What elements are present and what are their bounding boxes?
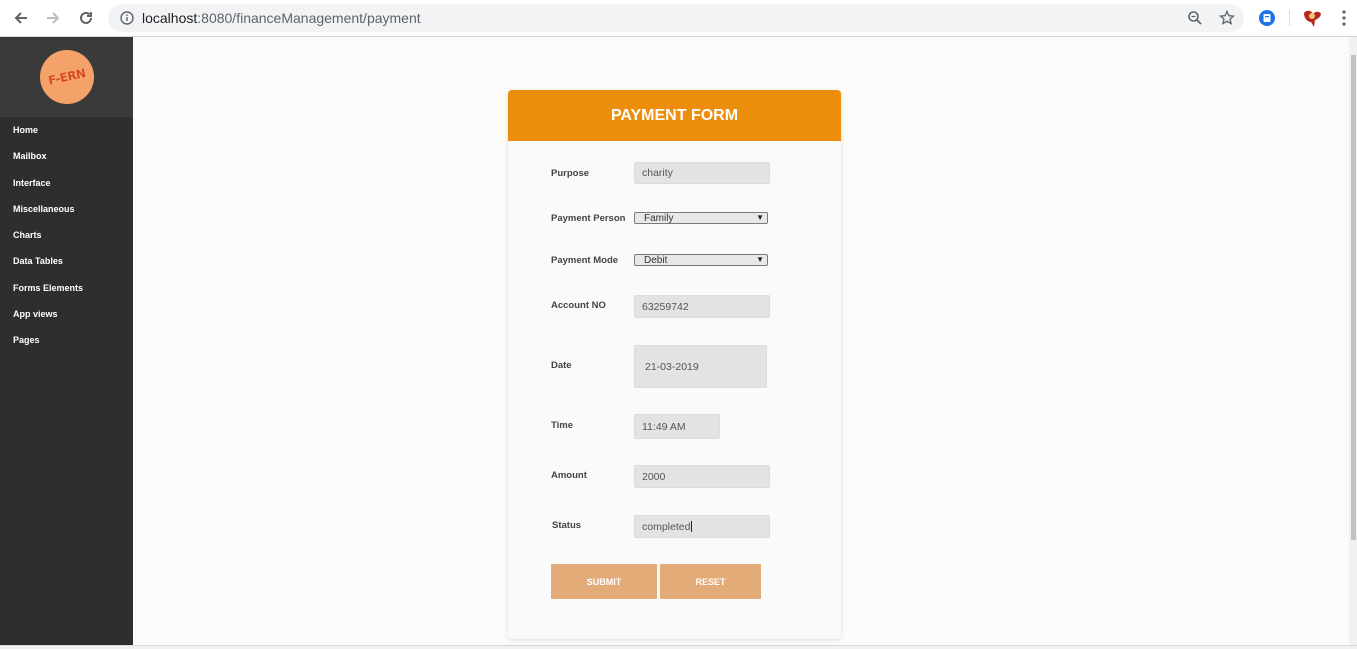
payment-form-card: PAYMENT FORM Purpose charity Payment Per… <box>508 90 841 639</box>
amount-label: Amount <box>551 470 587 481</box>
zoom-icon[interactable] <box>1186 9 1204 27</box>
form-title: PAYMENT FORM <box>610 106 739 124</box>
submit-button[interactable]: SUBMIT <box>551 564 657 599</box>
logo-text: F-ERN <box>47 66 87 88</box>
amount-input[interactable]: 2000 <box>634 465 770 488</box>
sidebar-item-interface[interactable]: Interface <box>0 170 133 196</box>
logo-area: F-ERN <box>0 37 133 117</box>
payment-person-select[interactable]: Family ▼ <box>634 212 768 224</box>
sidebar-item-forms-elements[interactable]: Forms Elements <box>0 275 133 301</box>
menu-dots-icon[interactable] <box>1334 8 1354 28</box>
payment-mode-label: Payment Mode <box>551 255 619 266</box>
sidebar: F-ERN Home Mailbox Interface Miscellaneo… <box>0 37 133 649</box>
address-bar[interactable]: localhost:8080/financeManagement/payment <box>108 4 1244 32</box>
payment-mode-select[interactable]: Debit ▼ <box>634 254 768 266</box>
sidebar-item-charts[interactable]: Charts <box>0 222 133 248</box>
time-input[interactable]: 11:49 AM <box>634 414 720 439</box>
account-no-label: Account NO <box>551 300 606 311</box>
payment-person-value: Family <box>644 212 674 224</box>
chevron-down-icon: ▼ <box>756 255 764 264</box>
profile-avatar[interactable] <box>1301 8 1323 28</box>
toolbar-divider <box>1289 10 1290 26</box>
sidebar-item-home[interactable]: Home <box>0 117 133 143</box>
purpose-label: Purpose <box>551 168 590 179</box>
form-header: PAYMENT FORM <box>508 90 841 141</box>
scrollbar-thumb[interactable] <box>1351 55 1356 540</box>
browser-toolbar: localhost:8080/financeManagement/payment <box>0 0 1357 37</box>
app-logo[interactable]: F-ERN <box>40 50 94 104</box>
bottom-edge <box>0 645 1357 649</box>
text-cursor <box>691 521 693 532</box>
sidebar-item-app-views[interactable]: App views <box>0 301 133 327</box>
payment-person-label: Payment Person <box>551 213 626 224</box>
payment-mode-value: Debit <box>644 254 668 266</box>
date-input[interactable]: 21-03-2019 <box>634 345 767 388</box>
sidebar-item-mailbox[interactable]: Mailbox <box>0 143 133 169</box>
account-no-input[interactable]: 63259742 <box>634 295 770 318</box>
chevron-down-icon: ▼ <box>756 213 764 222</box>
status-input[interactable]: completed <box>634 515 770 538</box>
status-value: completed <box>642 520 691 533</box>
sidebar-item-data-tables[interactable]: Data Tables <box>0 248 133 274</box>
extension-icon[interactable] <box>1257 8 1277 28</box>
date-label: Date <box>551 360 572 371</box>
sidebar-menu: Home Mailbox Interface Miscellaneous Cha… <box>0 117 133 353</box>
reset-button[interactable]: RESET <box>660 564 761 599</box>
sidebar-item-pages[interactable]: Pages <box>0 327 133 353</box>
url-text: localhost:8080/financeManagement/payment <box>142 10 421 26</box>
info-icon[interactable] <box>118 9 136 27</box>
bookmark-star-icon[interactable] <box>1218 9 1236 27</box>
reload-icon[interactable] <box>73 6 99 30</box>
forward-icon[interactable] <box>40 6 66 30</box>
back-icon[interactable] <box>8 6 34 30</box>
status-label: Status <box>552 520 582 531</box>
time-label: Time <box>551 420 574 431</box>
purpose-input[interactable]: charity <box>634 162 770 184</box>
sidebar-item-miscellaneous[interactable]: Miscellaneous <box>0 196 133 222</box>
